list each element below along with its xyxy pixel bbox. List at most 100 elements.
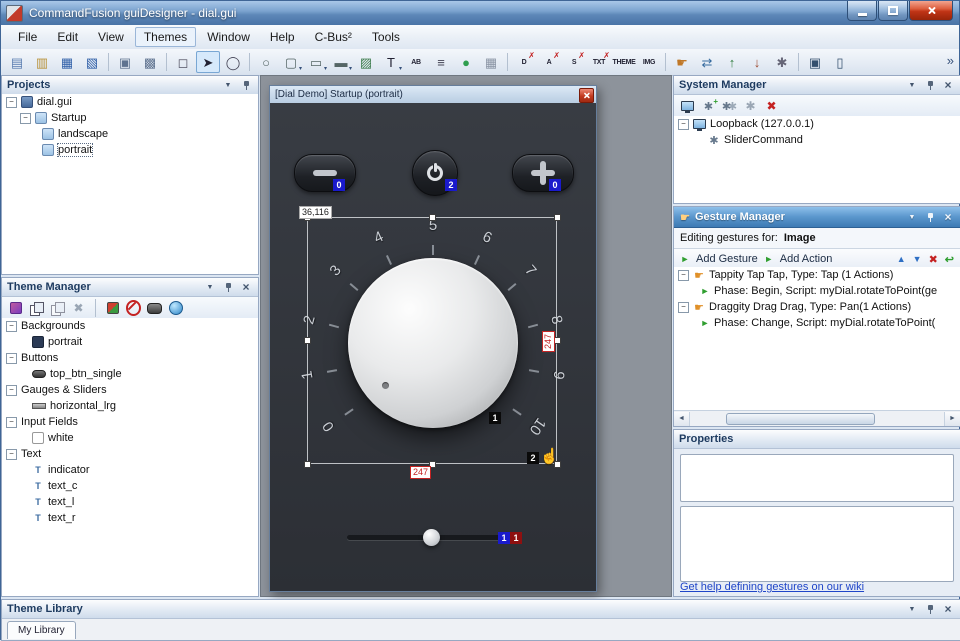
- tree-item-text-l[interactable]: text_l: [2, 494, 258, 510]
- menu-tools[interactable]: Tools: [363, 27, 409, 47]
- clear-theme-icon[interactable]: [126, 301, 141, 316]
- pin-button[interactable]: [923, 602, 937, 616]
- pin-button[interactable]: [923, 210, 937, 224]
- replace-theme-icon[interactable]: [105, 301, 120, 316]
- tree-item-backgrounds[interactable]: − Backgrounds: [2, 318, 258, 334]
- selection-handle[interactable]: [429, 214, 436, 221]
- collapse-icon[interactable]: −: [6, 449, 17, 460]
- inactive-gear-icon[interactable]: ✱: [743, 99, 758, 114]
- tree-item-landscape[interactable]: landscape: [2, 126, 258, 142]
- tree-item-bg-portrait[interactable]: portrait: [2, 334, 258, 350]
- delete-system-icon[interactable]: ✖: [764, 99, 779, 114]
- dual-monitor-icon[interactable]: ▣: [803, 51, 827, 73]
- text-join-icon[interactable]: TXT✗: [587, 51, 611, 73]
- gauge-tool-icon[interactable]: ▭▾: [304, 51, 328, 73]
- tree-item-text[interactable]: − Text: [2, 446, 258, 462]
- scrollbar-track[interactable]: [690, 411, 944, 426]
- collapse-icon[interactable]: −: [6, 417, 17, 428]
- menu-file[interactable]: File: [9, 27, 46, 47]
- save-icon[interactable]: ▦: [55, 51, 79, 73]
- panel-menu-chevron-icon[interactable]: ▼: [905, 78, 919, 92]
- panel-close-icon[interactable]: ×: [239, 280, 253, 294]
- toolbar-overflow-icon[interactable]: »: [947, 53, 954, 68]
- upload-icon[interactable]: ↑: [720, 51, 744, 73]
- panel-menu-chevron-icon[interactable]: ▼: [203, 280, 217, 294]
- collapse-icon[interactable]: −: [678, 119, 689, 130]
- download-icon[interactable]: ↓: [745, 51, 769, 73]
- list-tool-icon[interactable]: ≡: [429, 51, 453, 73]
- image-tool-icon[interactable]: ▨: [354, 51, 378, 73]
- collapse-icon[interactable]: −: [678, 270, 689, 281]
- undo-icon[interactable]: ↩: [945, 253, 954, 266]
- tree-item-loopback[interactable]: − Loopback (127.0.0.1): [674, 116, 960, 132]
- tree-item-portrait[interactable]: portrait: [2, 142, 258, 158]
- tab-my-library[interactable]: My Library: [7, 621, 76, 639]
- panel-close-icon[interactable]: ×: [941, 210, 955, 224]
- menu-view[interactable]: View: [89, 27, 133, 47]
- add-action-button[interactable]: Add Action: [780, 253, 833, 265]
- grid-toggle-icon[interactable]: ▩: [138, 51, 162, 73]
- selection-handle[interactable]: [304, 461, 311, 468]
- add-gesture-button[interactable]: Add Gesture: [696, 253, 758, 265]
- tree-item-gesture-tap[interactable]: − ☛ Tappity Tap Tap, Type: Tap (1 Action…: [674, 267, 960, 283]
- panel-close-icon[interactable]: ×: [941, 78, 955, 92]
- add-system-icon[interactable]: [680, 99, 695, 114]
- pin-button[interactable]: [239, 78, 253, 92]
- panel-close-icon[interactable]: ×: [941, 602, 955, 616]
- selection-handle[interactable]: [304, 337, 311, 344]
- pin-button[interactable]: [221, 280, 235, 294]
- move-up-icon[interactable]: ▲: [897, 254, 906, 264]
- button-tool-icon[interactable]: ▢▾: [279, 51, 303, 73]
- analog-join-icon[interactable]: A✗: [537, 51, 561, 73]
- panel-menu-chevron-icon[interactable]: ▼: [221, 78, 235, 92]
- pointer-tool-icon[interactable]: ➤: [196, 51, 220, 73]
- gesture-tree-scrollbar[interactable]: ◄ ►: [674, 410, 960, 426]
- collapse-icon[interactable]: −: [6, 97, 17, 108]
- menu-window[interactable]: Window: [198, 27, 259, 47]
- selection-handle[interactable]: [554, 214, 561, 221]
- ellipse-tool-icon[interactable]: ○: [254, 51, 278, 73]
- collapse-icon[interactable]: −: [6, 353, 17, 364]
- tree-item-text-c[interactable]: text_c: [2, 478, 258, 494]
- move-down-icon[interactable]: ▼: [913, 254, 922, 264]
- web-view-tool-icon[interactable]: ●: [454, 51, 478, 73]
- device-mockup-window[interactable]: [Dial Demo] Startup (portrait) 0 2 0: [269, 85, 597, 592]
- tree-item-buttons[interactable]: − Buttons: [2, 350, 258, 366]
- scroll-right-icon[interactable]: ►: [944, 412, 960, 426]
- add-command-icon[interactable]: ✱ +: [701, 99, 716, 114]
- image-join-icon[interactable]: IMG: [637, 51, 661, 73]
- maximize-button[interactable]: [878, 1, 908, 21]
- panel-menu-chevron-icon[interactable]: ▼: [905, 210, 919, 224]
- zoom-tool-icon[interactable]: ◯: [221, 51, 245, 73]
- serial-join-icon[interactable]: S✗: [562, 51, 586, 73]
- scroll-left-icon[interactable]: ◄: [674, 412, 690, 426]
- transfer-icon[interactable]: ⇄: [695, 51, 719, 73]
- collapse-icon[interactable]: −: [678, 302, 689, 313]
- save-all-icon[interactable]: ▧: [80, 51, 104, 73]
- keypad-tool-icon[interactable]: ▦: [479, 51, 503, 73]
- close-button[interactable]: [909, 1, 953, 21]
- copy-theme-icon[interactable]: [29, 301, 44, 316]
- paste-theme-icon[interactable]: [50, 301, 65, 316]
- text-tool-icon[interactable]: T▾: [379, 51, 403, 73]
- tree-item-horizontal-lrg[interactable]: horizontal_lrg: [2, 398, 258, 414]
- marquee-select-icon[interactable]: ◻: [171, 51, 195, 73]
- selection-handle[interactable]: [554, 337, 561, 344]
- tree-item-gesture-pan[interactable]: − ☛ Draggity Drag Drag, Type: Pan(1 Acti…: [674, 299, 960, 315]
- tree-item-indicator[interactable]: indicator: [2, 462, 258, 478]
- minimize-button[interactable]: [847, 1, 877, 21]
- minus-button[interactable]: [294, 154, 356, 192]
- menu-help[interactable]: Help: [261, 27, 304, 47]
- online-library-icon[interactable]: [168, 301, 183, 316]
- tree-item-gauges-sliders[interactable]: − Gauges & Sliders: [2, 382, 258, 398]
- menu-cbus[interactable]: C-Bus²: [306, 27, 361, 47]
- tree-item-top-btn-single[interactable]: top_btn_single: [2, 366, 258, 382]
- delete-gesture-icon[interactable]: ✖: [929, 253, 938, 266]
- menu-themes[interactable]: Themes: [135, 27, 196, 47]
- button-preview-icon[interactable]: [147, 301, 162, 316]
- input-field-tool-icon[interactable]: AB: [404, 51, 428, 73]
- theme-join-icon[interactable]: THEME: [612, 51, 636, 73]
- mockup-close-button[interactable]: [579, 88, 594, 103]
- device-preview-icon[interactable]: ▯: [828, 51, 852, 73]
- design-canvas[interactable]: [Dial Demo] Startup (portrait) 0 2 0: [260, 75, 672, 597]
